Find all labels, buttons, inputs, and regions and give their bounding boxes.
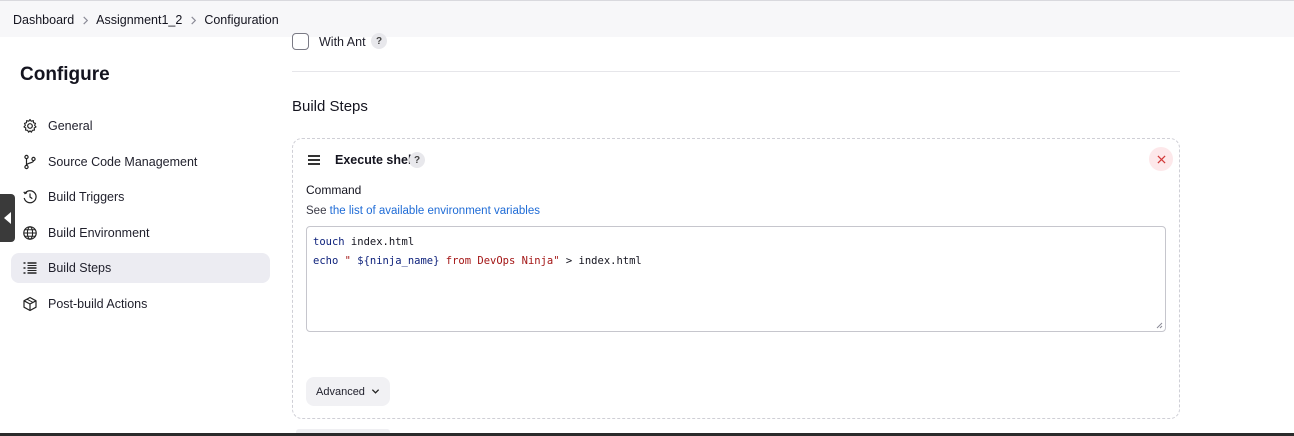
env-vars-link[interactable]: the list of available environment variab… [330,205,540,217]
step-title: Execute shell [335,153,415,167]
globe-icon [21,225,38,242]
code-line: echo " ${ninja_name} from DevOps Ninja" … [313,252,1159,271]
command-textarea[interactable]: touch index.html echo " ${ninja_name} fr… [306,226,1166,332]
code-token: from DevOps Ninja" [439,255,560,267]
resize-grip-icon[interactable] [1155,321,1163,329]
advanced-button[interactable]: Advanced [306,377,390,406]
sidebar-item-label: Build Environment [48,226,150,240]
command-label: Command [306,183,362,197]
code-line: touch index.html [313,233,1159,252]
help-icon[interactable]: ? [371,33,387,49]
sidebar-item-post-build-actions[interactable]: Post-build Actions [11,289,270,319]
code-token: index.html [344,236,415,248]
drag-handle-icon[interactable] [308,155,320,165]
chevron-right-icon [182,15,204,25]
page-title: Configure [20,64,110,85]
breadcrumb: Dashboard Assignment1_2 Configuration [13,13,279,27]
sidebar-item-label: Build Steps [48,261,112,275]
divider [292,71,1180,72]
branch-icon [21,154,38,171]
sidebar-item-build-triggers[interactable]: Build Triggers [11,182,270,212]
delete-step-button[interactable] [1149,147,1173,171]
code-token: " [338,255,358,267]
sidebar-item-label: General [48,119,93,133]
breadcrumb-bar: Dashboard Assignment1_2 Configuration [0,0,1294,37]
code-token: touch [313,236,345,248]
code-token: > index.html [559,255,642,267]
sidebar-item-label: Post-build Actions [48,297,148,311]
list-icon [21,260,38,277]
chevron-down-icon [371,389,380,394]
env-vars-prefix: See [306,205,327,217]
sidebar-item-label: Source Code Management [48,155,198,169]
sidebar-item-source-code-management[interactable]: Source Code Management [11,147,270,177]
clock-icon [21,189,38,206]
sidebar-item-label: Build Triggers [48,190,125,204]
breadcrumb-assignment[interactable]: Assignment1_2 [96,13,182,27]
advanced-label: Advanced [316,385,365,398]
code-token: echo [313,255,339,267]
chevron-right-icon [74,15,96,25]
gear-icon [21,118,38,135]
breadcrumb-dashboard[interactable]: Dashboard [13,13,74,27]
sidebar-item-build-steps[interactable]: Build Steps [11,253,270,283]
env-vars-hint: See the list of available environment va… [306,205,540,217]
breadcrumb-configuration[interactable]: Configuration [204,13,278,27]
cube-icon [21,296,38,313]
build-steps-heading: Build Steps [292,98,368,115]
with-ant-checkbox[interactable] [292,33,309,50]
help-icon[interactable]: ? [409,152,425,168]
sidebar-item-build-environment[interactable]: Build Environment [11,218,270,248]
sidebar-item-general[interactable]: General [11,111,270,141]
code-token: ${ninja_name} [357,255,440,267]
close-icon [1156,154,1166,164]
with-ant-label: With Ant [319,35,366,49]
execute-shell-step: Execute shell ? Command See the list of … [292,138,1180,419]
